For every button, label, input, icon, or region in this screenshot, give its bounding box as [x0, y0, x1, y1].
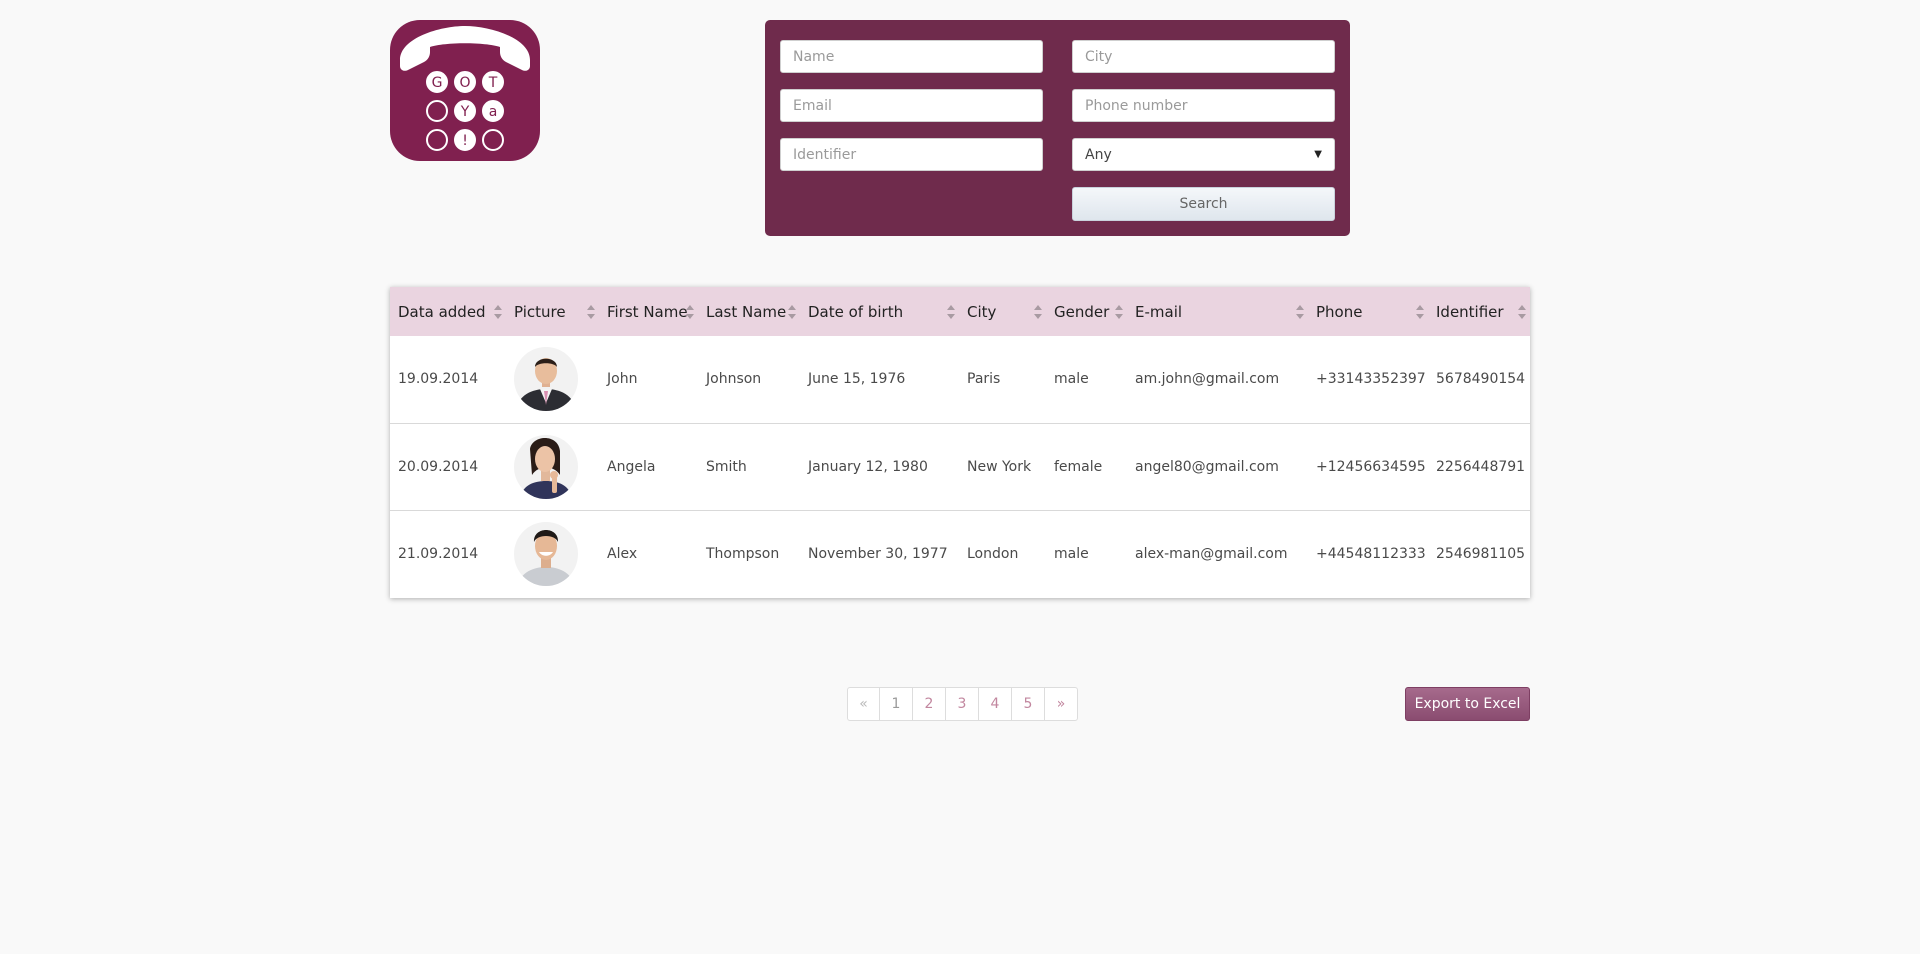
identifier-input[interactable] — [780, 138, 1043, 171]
cell-city: New York — [967, 458, 1032, 475]
smiling-man-photo — [514, 521, 578, 586]
logo-dial-button — [482, 129, 504, 151]
name-input[interactable] — [780, 40, 1043, 73]
logo-dial-letter: G — [432, 75, 443, 91]
column-header-picture[interactable]: Picture — [506, 287, 599, 336]
pagination-page-3[interactable]: 3 — [945, 688, 978, 720]
column-header-email[interactable]: E-mail — [1127, 287, 1308, 336]
city-input[interactable] — [1072, 40, 1335, 73]
column-header-city[interactable]: City — [959, 287, 1046, 336]
search-panel: Any ▼ Search — [765, 20, 1350, 236]
cell-phone: +12456634595 — [1316, 458, 1426, 475]
cell-first-name: Alex — [607, 545, 638, 562]
cell-picture — [506, 510, 599, 597]
column-header-phone[interactable]: Phone — [1308, 287, 1428, 336]
column-header-gender[interactable]: Gender — [1046, 287, 1127, 336]
cell-email: alex-man@gmail.com — [1135, 545, 1288, 562]
table-row[interactable]: 19.09.2014 John Johnson June 15, 1976 Pa… — [390, 336, 1530, 423]
logo-dial-letter: a — [489, 104, 498, 120]
cell-last-name: Johnson — [706, 371, 762, 388]
column-header-identifier[interactable]: Identifier — [1428, 287, 1530, 336]
cell-identifier: 5678490154 — [1436, 371, 1526, 388]
sort-icon — [1296, 304, 1304, 320]
cell-city: Paris — [967, 371, 1001, 388]
cell-picture — [506, 423, 599, 510]
pagination-page-5[interactable]: 5 — [1011, 688, 1044, 720]
cell-date-added: 20.09.2014 — [398, 458, 479, 475]
telephone-logo-icon: G O T Y a! — [400, 26, 530, 151]
cell-gender: male — [1054, 545, 1089, 562]
pagination-page-2[interactable]: 2 — [912, 688, 945, 720]
pagination-next[interactable]: » — [1044, 688, 1077, 720]
cell-gender: male — [1054, 371, 1089, 388]
pagination-page-4[interactable]: 4 — [978, 688, 1011, 720]
table-row[interactable]: 20.09.2014 Angela Smith January 12, 1980… — [390, 423, 1530, 510]
column-header-date-of-birth[interactable]: Date of birth — [800, 287, 959, 336]
column-header-last-name[interactable]: Last Name — [698, 287, 800, 336]
cell-phone: +33143352397 — [1316, 371, 1426, 388]
sort-icon — [788, 304, 796, 320]
table-header-row: Data added Picture First Name Last Name … — [390, 287, 1530, 336]
sort-icon — [1034, 304, 1042, 320]
logo-dial-letter: O — [459, 75, 470, 91]
logo-dial-button — [426, 100, 448, 122]
cell-date-added: 21.09.2014 — [398, 545, 479, 562]
cell-picture — [506, 336, 599, 423]
app-logo: G O T Ya! — [390, 20, 540, 161]
cell-date-of-birth: June 15, 1976 — [808, 371, 906, 388]
cell-last-name: Smith — [706, 458, 747, 475]
cell-first-name: Angela — [607, 458, 656, 475]
cell-date-of-birth: November 30, 1977 — [808, 545, 948, 562]
cell-date-of-birth: January 12, 1980 — [808, 458, 928, 475]
contacts-table: Data added Picture First Name Last Name … — [390, 287, 1530, 598]
cell-gender: female — [1054, 458, 1103, 475]
export-to-excel-button[interactable]: Export to Excel — [1405, 687, 1530, 721]
cell-email: angel80@gmail.com — [1135, 458, 1279, 475]
column-header-first-name[interactable]: First Name — [599, 287, 698, 336]
logo-dial-letter: Y — [460, 104, 470, 120]
man-in-suit-photo — [514, 347, 578, 412]
logo-dial-button — [426, 129, 448, 151]
dropdown-arrow-icon: ▼ — [1314, 149, 1322, 160]
email-input[interactable] — [780, 89, 1043, 122]
cell-date-added: 19.09.2014 — [398, 371, 479, 388]
gender-select[interactable]: Any ▼ — [1072, 138, 1335, 171]
phone-input[interactable] — [1072, 89, 1335, 122]
cell-last-name: Thompson — [706, 545, 780, 562]
cell-phone: +44548112333 — [1316, 545, 1426, 562]
pagination-prev[interactable]: « — [848, 688, 879, 720]
cell-city: London — [967, 545, 1019, 562]
sort-icon — [587, 304, 595, 320]
sort-icon — [686, 304, 694, 320]
logo-dial-letter: ! — [462, 133, 468, 149]
gender-select-value: Any — [1085, 146, 1112, 163]
sort-icon — [494, 304, 502, 320]
pagination: « 1 2 3 4 5 » — [847, 687, 1078, 721]
cell-email: am.john@gmail.com — [1135, 371, 1280, 388]
sort-icon — [947, 304, 955, 320]
pagination-page-1[interactable]: 1 — [879, 688, 912, 720]
woman-thinking-photo — [514, 434, 578, 499]
logo-dial-letter: T — [488, 75, 498, 91]
table-row[interactable]: 21.09.2014 Alex Thompson November 30, 19… — [390, 510, 1530, 597]
cell-identifier: 2546981105 — [1436, 545, 1526, 562]
sort-icon — [1115, 304, 1123, 320]
sort-icon — [1518, 304, 1526, 320]
cell-first-name: John — [607, 371, 638, 388]
column-header-date-added[interactable]: Data added — [390, 287, 506, 336]
cell-identifier: 2256448791 — [1436, 458, 1526, 475]
search-button[interactable]: Search — [1072, 187, 1335, 221]
sort-icon — [1416, 304, 1424, 320]
